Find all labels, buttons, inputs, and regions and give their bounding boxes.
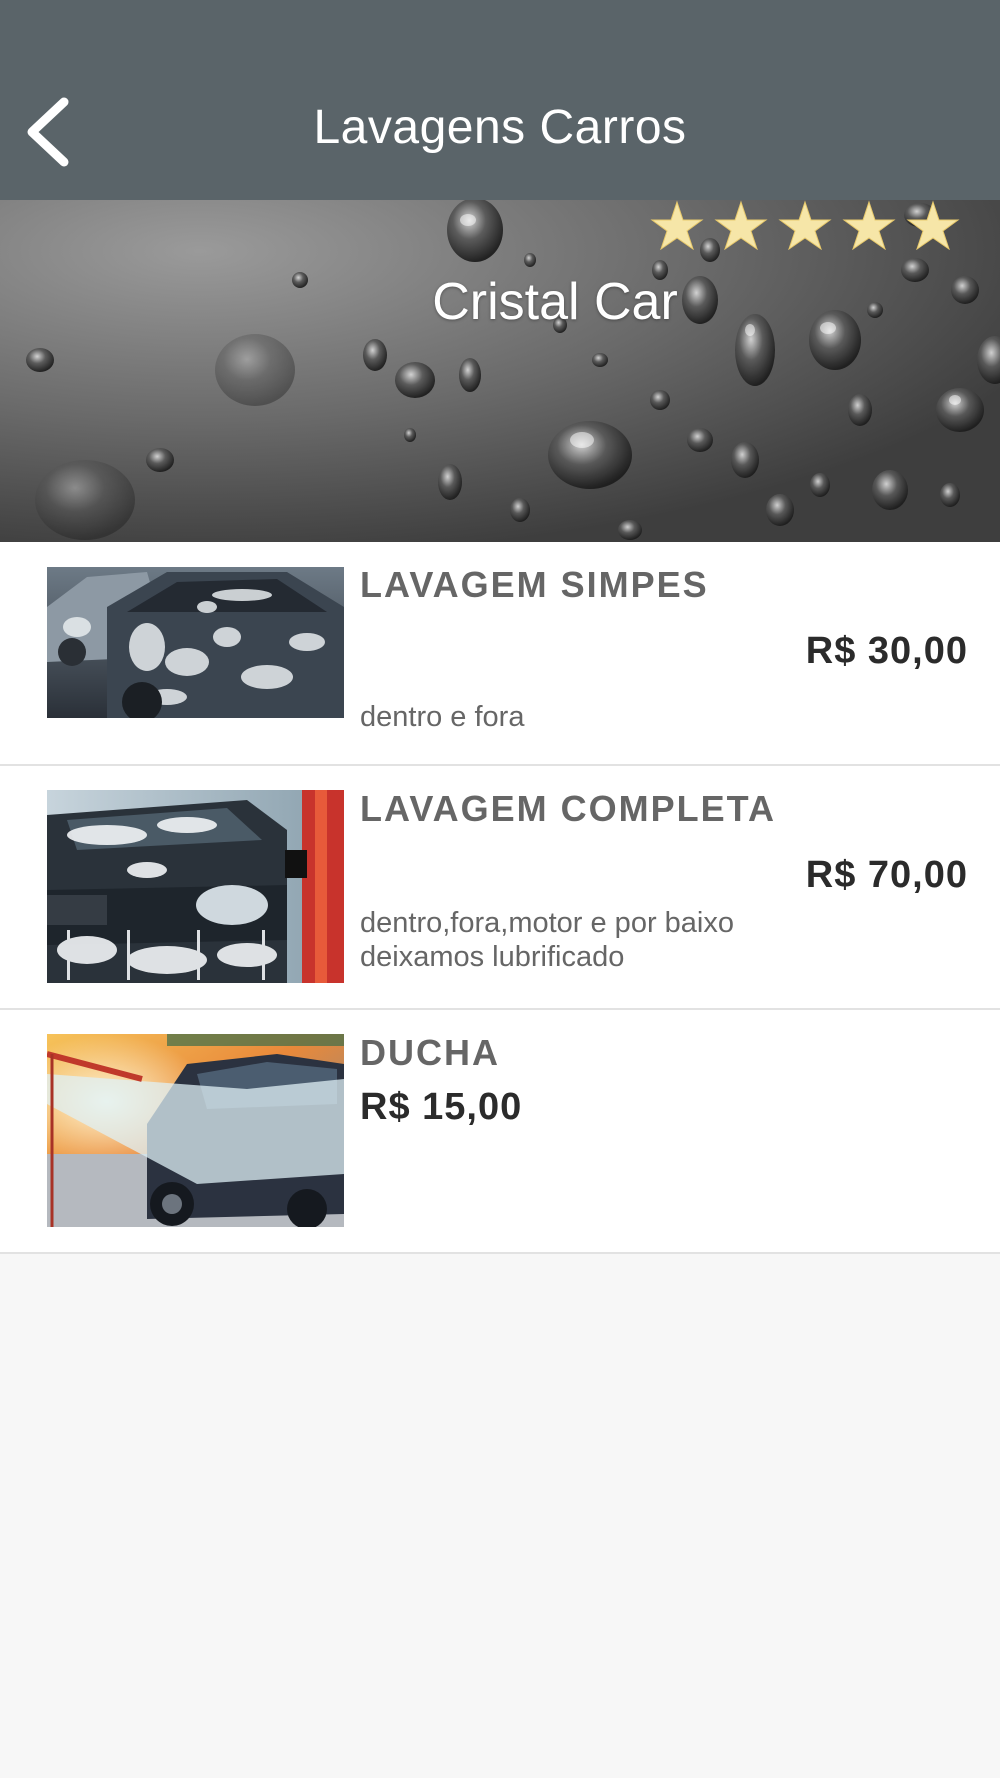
- service-image: [47, 790, 344, 983]
- services-list: LAVAGEM SIMPES R$ 30,00 dentro e fora LA…: [0, 542, 1000, 1254]
- service-description: dentro e fora: [360, 701, 525, 733]
- water-drops-background: [0, 200, 1000, 542]
- service-price: R$ 70,00: [805, 854, 968, 896]
- service-description: dentro,fora,motor e por baixo deixamos l…: [360, 906, 960, 974]
- service-title: LAVAGEM SIMPES: [360, 564, 709, 605]
- list-item[interactable]: LAVAGEM SIMPES R$ 30,00 dentro e fora: [0, 542, 1000, 766]
- service-title: LAVAGEM COMPLETA: [360, 788, 776, 829]
- page-content: Lavagens Carros Cristal Car LAVAGEM SIMP…: [0, 0, 1000, 1778]
- service-description-line: deixamos lubrificado: [360, 941, 625, 973]
- star-icon: [778, 200, 832, 250]
- service-description-line: dentro,fora,motor e por baixo: [360, 907, 734, 939]
- list-item[interactable]: DUCHA R$ 15,00: [0, 1010, 1000, 1254]
- service-title: DUCHA: [360, 1032, 500, 1073]
- page-title: Lavagens Carros: [313, 101, 687, 154]
- rating-stars: [650, 200, 960, 250]
- star-icon: [714, 200, 768, 250]
- list-item[interactable]: LAVAGEM COMPLETA R$ 70,00 dentro,fora,mo…: [0, 766, 1000, 1010]
- top-bar: Lavagens Carros: [0, 0, 1000, 200]
- service-image: [47, 1034, 344, 1227]
- star-icon: [842, 200, 896, 250]
- service-price: R$ 15,00: [360, 1086, 523, 1128]
- star-icon: [650, 200, 704, 250]
- store-name: Cristal Car: [432, 273, 678, 331]
- service-image: [47, 567, 344, 718]
- service-price: R$ 30,00: [805, 630, 968, 672]
- store-banner: Cristal Car: [0, 200, 1000, 542]
- app-screen: Lavagens Carros Cristal Car LAVAGEM SIMP…: [0, 0, 1000, 1778]
- star-icon: [906, 200, 960, 250]
